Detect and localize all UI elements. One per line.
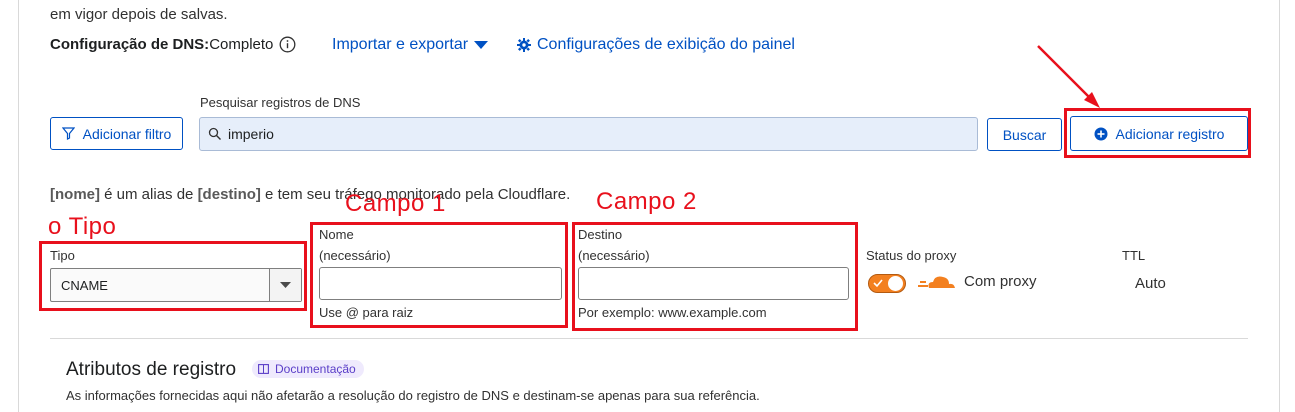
- annotation-campo1: Campo 1: [345, 190, 446, 217]
- target-required: (necessário): [578, 248, 650, 263]
- import-export-label: Importar e exportar: [332, 36, 469, 53]
- intro-text: em vigor depois de salvas.: [50, 6, 228, 23]
- target-label: Destino: [578, 227, 623, 242]
- name-label: Nome: [319, 227, 354, 242]
- documentation-label: Documentação: [275, 362, 356, 376]
- target-input[interactable]: [578, 267, 849, 300]
- target-hint: Por exemplo: www.example.com: [578, 305, 767, 320]
- type-select[interactable]: CNAME: [50, 268, 302, 302]
- dashboard-settings-link[interactable]: Configurações de exibição do painel: [517, 36, 795, 54]
- search-icon: [208, 127, 222, 141]
- proxy-toggle[interactable]: [868, 274, 906, 293]
- section-divider: [50, 338, 1248, 339]
- toggle-knob: [888, 276, 903, 291]
- proxy-label: Status do proxy: [866, 248, 957, 263]
- search-button-label: Buscar: [1002, 126, 1047, 143]
- proxy-value: Com proxy: [964, 273, 1037, 290]
- annotation-campo2: Campo 2: [596, 188, 697, 215]
- name-hint: Use @ para raiz: [319, 305, 414, 320]
- cloud-icon: [918, 272, 958, 292]
- add-record-button[interactable]: Adicionar registro: [1070, 116, 1248, 151]
- search-button[interactable]: Buscar: [987, 118, 1062, 151]
- annotation-arrow: [1037, 45, 1100, 108]
- attributes-title: Atributos de registro: [66, 359, 237, 380]
- info-icon[interactable]: [279, 36, 296, 53]
- add-record-label: Adicionar registro: [1115, 125, 1225, 142]
- add-filter-button[interactable]: Adicionar filtro: [50, 117, 183, 150]
- documentation-badge[interactable]: Documentação: [252, 360, 364, 378]
- alias-nome: [nome]: [50, 186, 100, 203]
- import-export-dropdown[interactable]: Importar e exportar: [332, 36, 489, 54]
- dashboard-settings-label: Configurações de exibição do painel: [537, 36, 795, 53]
- filter-icon: [61, 127, 75, 140]
- attributes-description: As informações fornecidas aqui não afeta…: [66, 388, 760, 403]
- dns-config-value: Completo: [209, 36, 274, 53]
- ttl-value: Auto: [1135, 275, 1166, 292]
- book-icon: [258, 364, 269, 374]
- caret-down-icon: [474, 40, 489, 50]
- gear-icon: [517, 38, 531, 52]
- alias-destino: [destino]: [197, 186, 261, 203]
- dns-config-status: Configuração de DNS: Completo: [50, 36, 296, 53]
- annotation-tipo: o Tipo: [48, 213, 117, 240]
- search-value: imperio: [228, 126, 274, 142]
- add-filter-label: Adicionar filtro: [82, 125, 172, 142]
- type-value: CNAME: [61, 277, 108, 293]
- type-label: Tipo: [50, 248, 75, 263]
- check-icon: [873, 278, 883, 288]
- alias-middle: é um alias de: [100, 186, 198, 203]
- plus-circle-icon: [1094, 127, 1108, 141]
- name-input[interactable]: [319, 267, 562, 300]
- search-label: Pesquisar registros de DNS: [200, 95, 361, 110]
- search-input[interactable]: imperio: [199, 117, 978, 151]
- frame-left-border: [18, 0, 19, 412]
- alias-note: [nome] é um alias de [destino] e tem seu…: [50, 186, 570, 203]
- caret-down-icon: [269, 269, 301, 301]
- frame-right-border: [1279, 0, 1280, 412]
- ttl-label: TTL: [1122, 248, 1146, 263]
- name-required: (necessário): [319, 248, 391, 263]
- dns-config-label: Configuração de DNS:: [50, 36, 210, 53]
